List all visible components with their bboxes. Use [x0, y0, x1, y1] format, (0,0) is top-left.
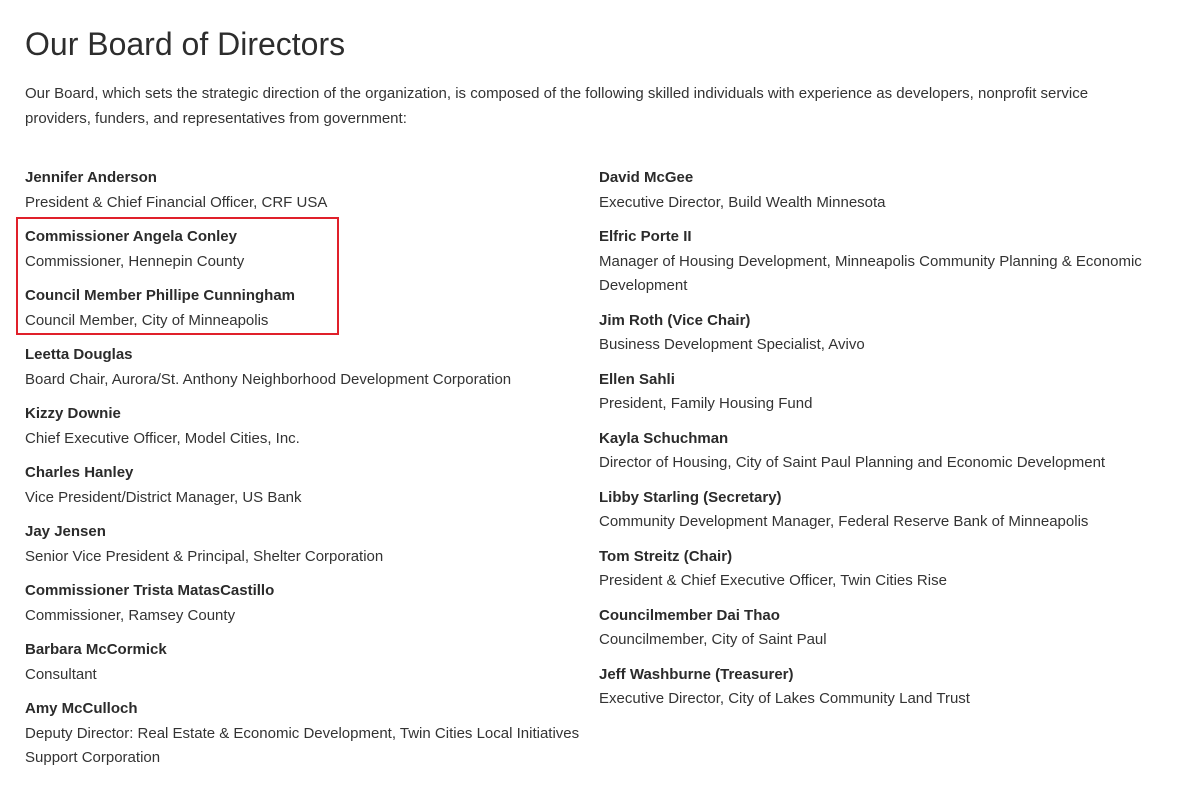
- member-role: Director of Housing, City of Saint Paul …: [599, 454, 1106, 471]
- page-title: Our Board of Directors: [25, 26, 346, 62]
- member-name: Libby Starling (Secretary): [599, 488, 782, 506]
- member-name: Jennifer Anderson: [25, 169, 157, 186]
- member-name: Commissioner Trista MatasCastillo: [25, 582, 275, 599]
- member-name: Jeff Washburne (Treasurer): [599, 665, 794, 683]
- member-name: David McGee: [599, 169, 694, 186]
- member-role: President & Chief Financial Officer, CRF…: [25, 193, 328, 211]
- board-member: Councilmember Dai Thao Councilmember, Ci…: [599, 604, 1159, 653]
- member-name: Councilmember Dai Thao: [599, 606, 780, 624]
- board-member: Jay Jensen Senior Vice President & Princ…: [25, 520, 580, 569]
- board-member: Kayla Schuchman Director of Housing, Cit…: [599, 427, 1159, 476]
- member-name: Ellen Sahli: [599, 370, 675, 388]
- right-member-column: David McGee Executive Director, Build We…: [599, 166, 1159, 722]
- board-member: Ellen Sahli President, Family Housing Fu…: [599, 368, 1159, 417]
- member-role: Commissioner, Ramsey County: [25, 606, 236, 624]
- board-member: Kizzy Downie Chief Executive Officer, Mo…: [25, 402, 580, 451]
- member-role: Council Member, City of Minneapolis: [25, 311, 269, 329]
- board-intro: Our Board, which sets the strategic dire…: [25, 85, 1089, 127]
- member-role: Councilmember, City of Saint Paul: [599, 631, 827, 648]
- board-member: David McGee Executive Director, Build We…: [599, 166, 1159, 215]
- left-member-column: Jennifer Anderson President & Chief Fina…: [25, 166, 580, 781]
- member-name: Tom Streitz (Chair): [599, 547, 733, 565]
- board-member: Jim Roth (Vice Chair) Business Developme…: [599, 309, 1159, 358]
- member-name: Jim Roth (Vice Chair): [599, 311, 751, 329]
- member-role: Senior Vice President & Principal, Shelt…: [25, 547, 384, 565]
- member-role: Commissioner, Hennepin County: [25, 252, 245, 270]
- board-member: Barbara McCormick Consultant: [25, 638, 580, 687]
- member-role: President, Family Housing Fund: [599, 395, 813, 412]
- board-member: Commissioner Angela Conley Commissioner,…: [25, 225, 580, 274]
- member-name: Commissioner Angela Conley: [25, 228, 237, 245]
- member-role: Board Chair, Aurora/St. Anthony Neighbor…: [25, 370, 512, 388]
- board-member: Amy McCulloch Deputy Director: Real Esta…: [25, 697, 580, 771]
- board-member: Elfric Porte II Manager of Housing Devel…: [599, 225, 1159, 299]
- board-member: Libby Starling (Secretary) Community Dev…: [599, 486, 1159, 535]
- member-name: Kizzy Downie: [25, 405, 121, 422]
- member-name: Council Member Phillipe Cunningham: [25, 287, 296, 304]
- member-role: President & Chief Executive Officer, Twi…: [599, 572, 947, 589]
- member-role: Community Development Manager, Federal R…: [599, 513, 1089, 530]
- board-member: Charles Hanley Vice President/District M…: [25, 461, 580, 510]
- board-member: Jennifer Anderson President & Chief Fina…: [25, 166, 580, 215]
- member-role: Executive Director, Build Wealth Minneso…: [599, 193, 886, 211]
- member-name: Barbara McCormick: [25, 641, 167, 658]
- member-name: Kayla Schuchman: [599, 429, 729, 447]
- member-role: Executive Director, City of Lakes Commun…: [599, 690, 970, 707]
- board-member: Commissioner Trista MatasCastillo Commis…: [25, 579, 580, 628]
- member-role: Deputy Director: Real Estate & Economic …: [25, 724, 580, 767]
- board-member: Leetta Douglas Board Chair, Aurora/St. A…: [25, 343, 580, 392]
- member-name: Jay Jensen: [25, 523, 106, 540]
- board-member: Council Member Phillipe Cunningham Counc…: [25, 284, 580, 333]
- member-name: Leetta Douglas: [25, 346, 133, 363]
- board-member: Jeff Washburne (Treasurer) Executive Dir…: [599, 663, 1159, 712]
- member-role: Manager of Housing Development, Minneapo…: [599, 252, 1142, 295]
- member-role: Business Development Specialist, Avivo: [599, 336, 865, 353]
- board-member: Tom Streitz (Chair) President & Chief Ex…: [599, 545, 1159, 594]
- member-role: Vice President/District Manager, US Bank: [25, 488, 302, 506]
- member-name: Elfric Porte II: [599, 228, 692, 245]
- member-name: Amy McCulloch: [25, 700, 138, 717]
- member-role: Consultant: [25, 665, 97, 683]
- member-name: Charles Hanley: [25, 464, 134, 481]
- member-role: Chief Executive Officer, Model Cities, I…: [25, 429, 300, 447]
